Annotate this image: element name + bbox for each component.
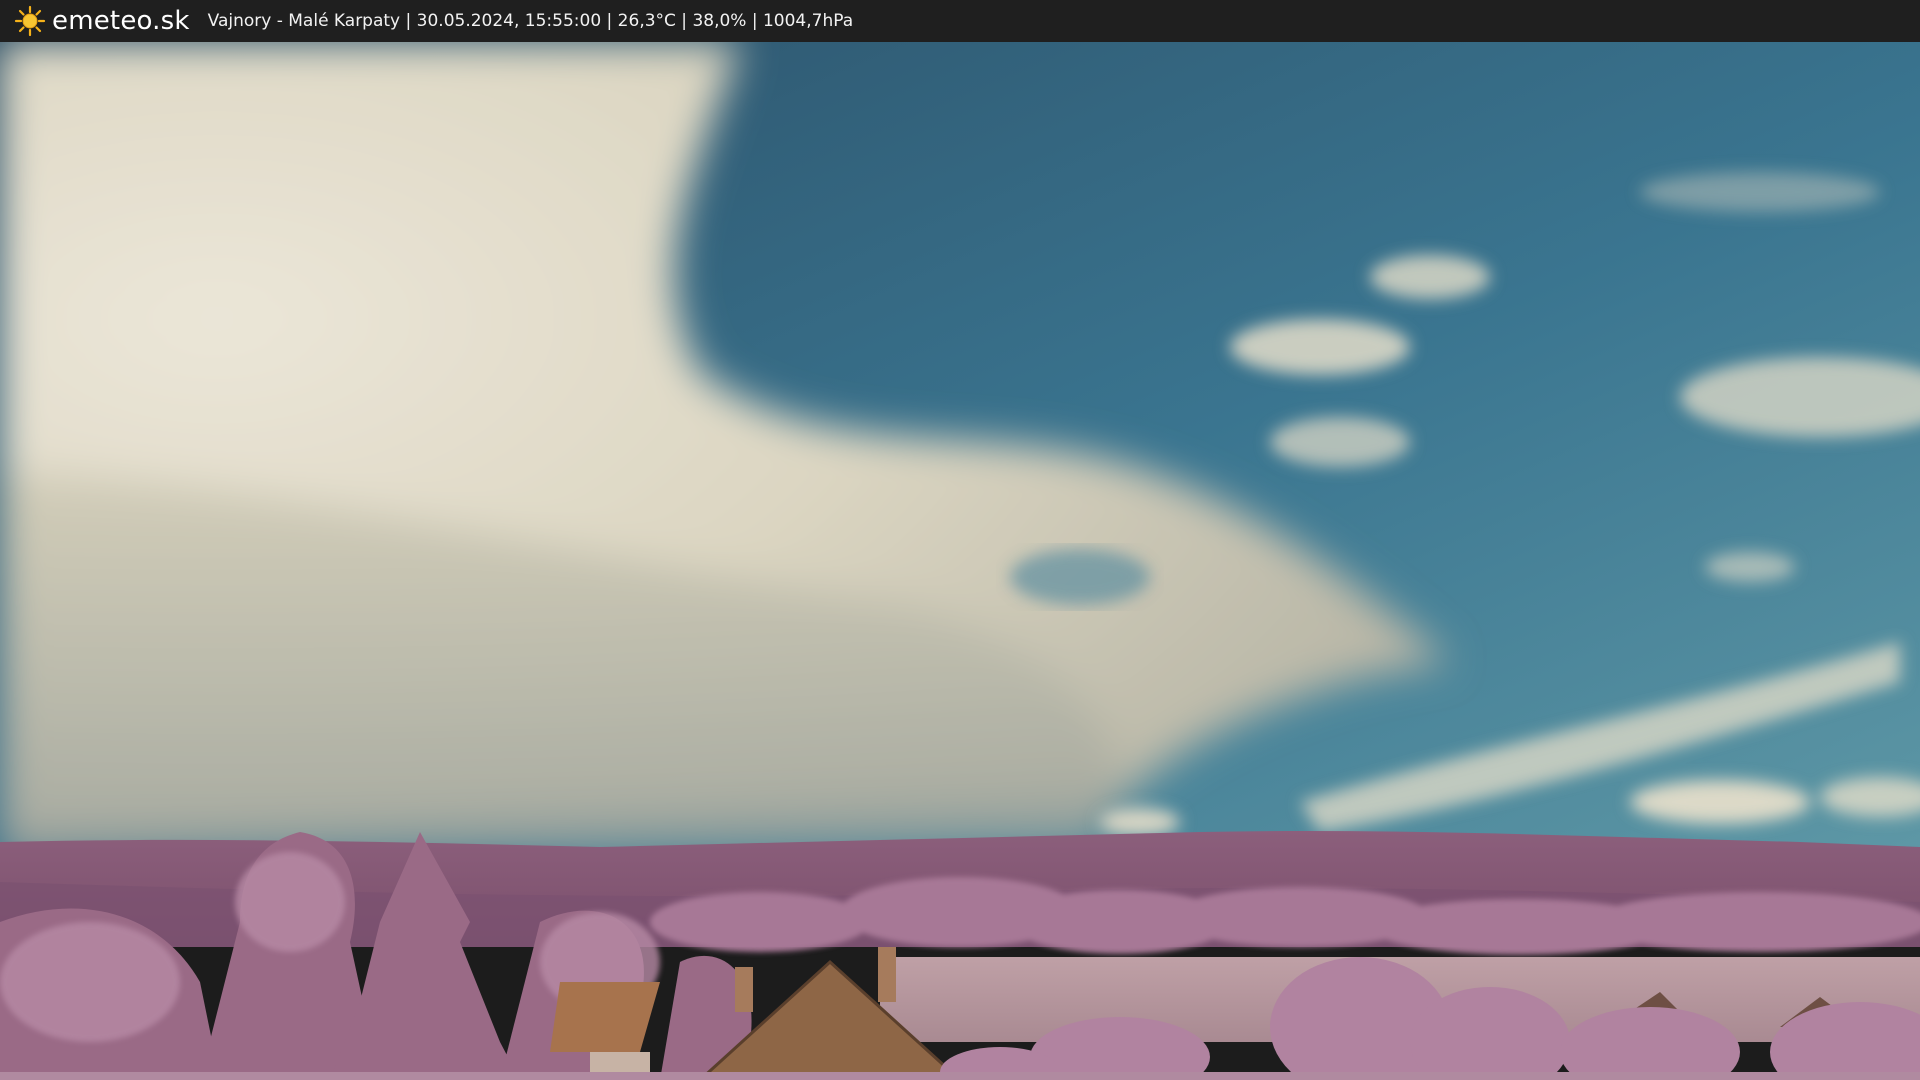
webcam-image (0, 42, 1920, 1080)
sun-icon (14, 5, 46, 37)
header-bar: emeteo.sk Vajnory - Malé Karpaty | 30.05… (0, 0, 1920, 42)
site-logo[interactable]: emeteo.sk (14, 0, 190, 42)
webcam-frame: emeteo.sk Vajnory - Malé Karpaty | 30.05… (0, 0, 1920, 1080)
brand-name: emeteo.sk (52, 6, 190, 36)
station-caption: Vajnory - Malé Karpaty | 30.05.2024, 15:… (207, 11, 854, 31)
blue-gap (1010, 549, 1150, 605)
